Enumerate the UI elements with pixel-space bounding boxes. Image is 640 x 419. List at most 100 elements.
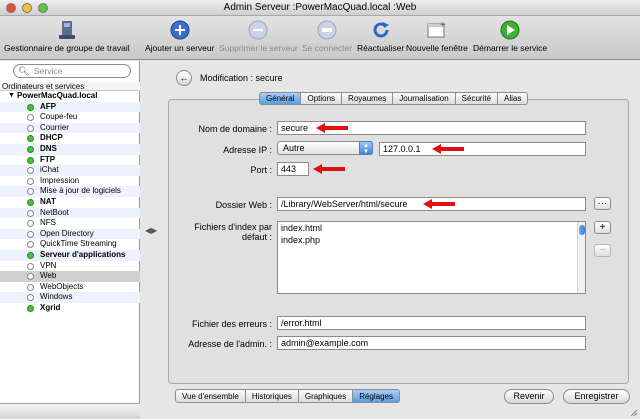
index-file-item[interactable]: index.html	[278, 222, 585, 234]
service-item[interactable]: Coupe-feu	[0, 112, 140, 123]
split-handle-icon[interactable]: ◀▶	[145, 226, 157, 235]
browse-folder-button[interactable]: ···	[594, 197, 611, 210]
scroll-thumb[interactable]	[579, 225, 585, 235]
service-name: AFP	[40, 101, 56, 111]
service-item[interactable]: Serveur d'applications	[0, 249, 140, 261]
search-placeholder: Service	[34, 66, 63, 76]
service-item[interactable]: DNS	[0, 143, 140, 155]
refresh-icon	[373, 22, 389, 38]
resize-grip-icon[interactable]	[628, 407, 638, 417]
view-tab-1[interactable]: Historiques	[245, 389, 299, 403]
new-window-button[interactable]: + Nouvelle fenêtre	[406, 19, 468, 53]
service-search-input[interactable]: 🔍︎ Service	[13, 64, 131, 78]
remove-server-button[interactable]: Supprimer le serveur	[219, 19, 298, 53]
tab-4[interactable]: Sécurité	[455, 92, 499, 105]
admin-address-label: Adresse de l'admin. :	[188, 339, 272, 349]
service-name: Mise à jour de logiciels	[40, 186, 121, 196]
tab-3[interactable]: Journalisation	[393, 92, 456, 105]
connect-button[interactable]: Se connecter	[302, 19, 352, 53]
service-name: Serveur d'applications	[40, 249, 126, 259]
port-field[interactable]: 443	[277, 162, 309, 176]
service-item[interactable]: AFP	[0, 101, 140, 113]
service-name: WebObjects	[40, 281, 84, 291]
status-stopped-icon	[27, 124, 34, 132]
service-item[interactable]: NFS	[0, 218, 140, 229]
service-item[interactable]: Courrier	[0, 122, 140, 134]
service-item[interactable]: VPN	[0, 261, 140, 272]
add-server-label: Ajouter un serveur	[145, 43, 215, 53]
service-item[interactable]: Impression	[0, 176, 140, 187]
status-running-icon	[27, 198, 34, 206]
ip-popup-value: Autre	[283, 143, 305, 153]
service-item[interactable]: iChat	[0, 165, 140, 176]
svg-text:+: +	[440, 20, 446, 31]
status-stopped-icon	[27, 241, 34, 249]
service-item[interactable]: Open Directory	[0, 228, 140, 240]
status-stopped-icon	[27, 220, 34, 228]
view-tab-3[interactable]: Réglages	[353, 389, 401, 403]
service-item[interactable]: Web	[0, 271, 140, 282]
service-item[interactable]: Xgrid	[0, 303, 140, 314]
ip-popup[interactable]: Autre ▲ ▼	[277, 141, 373, 155]
status-stopped-icon	[27, 209, 34, 217]
service-item[interactable]: WebObjects	[0, 282, 140, 293]
host-row[interactable]: ▼ PowerMacQuad.local	[0, 91, 140, 102]
add-icon	[170, 20, 190, 40]
service-name: NFS	[40, 218, 56, 228]
tab-1[interactable]: Options	[301, 92, 343, 105]
admin-address-field[interactable]: admin@example.com	[277, 336, 586, 350]
status-stopped-icon	[27, 188, 34, 196]
domain-label: Nom de domaine :	[198, 124, 272, 134]
play-icon	[500, 20, 520, 40]
view-tab-0[interactable]: Vue d'ensemble	[175, 389, 246, 403]
ip-field[interactable]: 127.0.0.1	[379, 142, 586, 156]
status-stopped-icon	[27, 167, 34, 175]
service-item[interactable]: QuickTime Streaming	[0, 239, 140, 250]
refresh-button[interactable]: Réactualiser	[357, 19, 404, 53]
sidebar: 🔍︎ Service Ordinateurs et services ▼ Pow…	[0, 61, 140, 419]
new-window-icon: +	[427, 20, 446, 38]
status-running-icon	[27, 304, 34, 312]
index-files-label-line2: défaut :	[241, 232, 272, 242]
service-item[interactable]: NAT	[0, 197, 140, 208]
service-item[interactable]: FTP	[0, 155, 140, 166]
edit-header: Modification : secure	[200, 73, 283, 83]
minimize-window-button[interactable]	[22, 3, 32, 13]
status-stopped-icon	[27, 230, 34, 238]
view-tab-2[interactable]: Graphiques	[298, 389, 354, 403]
service-name: VPN	[40, 260, 57, 270]
tab-0[interactable]: Général	[259, 92, 302, 105]
workgroup-manager-button[interactable]: Gestionnaire de groupe de travail	[4, 19, 130, 53]
close-window-button[interactable]	[6, 3, 16, 13]
search-icon: 🔍︎	[18, 66, 30, 76]
back-button[interactable]: ←	[176, 70, 192, 86]
disclosure-triangle-icon[interactable]: ▼	[8, 91, 15, 102]
view-tabs: Vue d'ensemble Historiques Graphiques Régla…	[175, 389, 401, 403]
error-file-field[interactable]: /error.html	[277, 316, 586, 330]
index-files-label: Fichiers d'index par défaut :	[177, 222, 272, 242]
sidebar-footer	[0, 403, 140, 419]
index-files-scrollbar[interactable]	[577, 222, 585, 293]
revert-button[interactable]: Revenir	[504, 389, 554, 404]
service-item[interactable]: DHCP	[0, 133, 140, 144]
service-item[interactable]: Mise à jour de logiciels	[0, 186, 140, 197]
web-folder-label: Dossier Web :	[215, 200, 272, 210]
tab-2[interactable]: Royaumes	[342, 92, 394, 105]
remove-index-file-button[interactable]: −	[594, 244, 611, 257]
status-running-icon	[27, 135, 34, 143]
start-service-button[interactable]: Démarrer le service	[473, 19, 547, 53]
save-button[interactable]: Enregistrer	[563, 389, 630, 404]
window-title: Admin Serveur :PowerMacQuad.local :Web	[223, 2, 417, 13]
red-arrow-icon	[316, 123, 348, 133]
zoom-window-button[interactable]	[38, 3, 48, 13]
connect-icon	[317, 20, 337, 40]
port-label: Port :	[250, 165, 272, 175]
service-item[interactable]: NetBoot	[0, 207, 140, 219]
index-file-item[interactable]: index.php	[278, 234, 585, 246]
status-running-icon	[27, 145, 34, 153]
add-server-button[interactable]: Ajouter un serveur	[145, 19, 214, 53]
service-item[interactable]: Windows	[0, 292, 140, 303]
index-files-list[interactable]: index.html index.php	[277, 221, 586, 294]
tab-5[interactable]: Alias	[498, 92, 529, 105]
add-index-file-button[interactable]: +	[594, 221, 611, 234]
